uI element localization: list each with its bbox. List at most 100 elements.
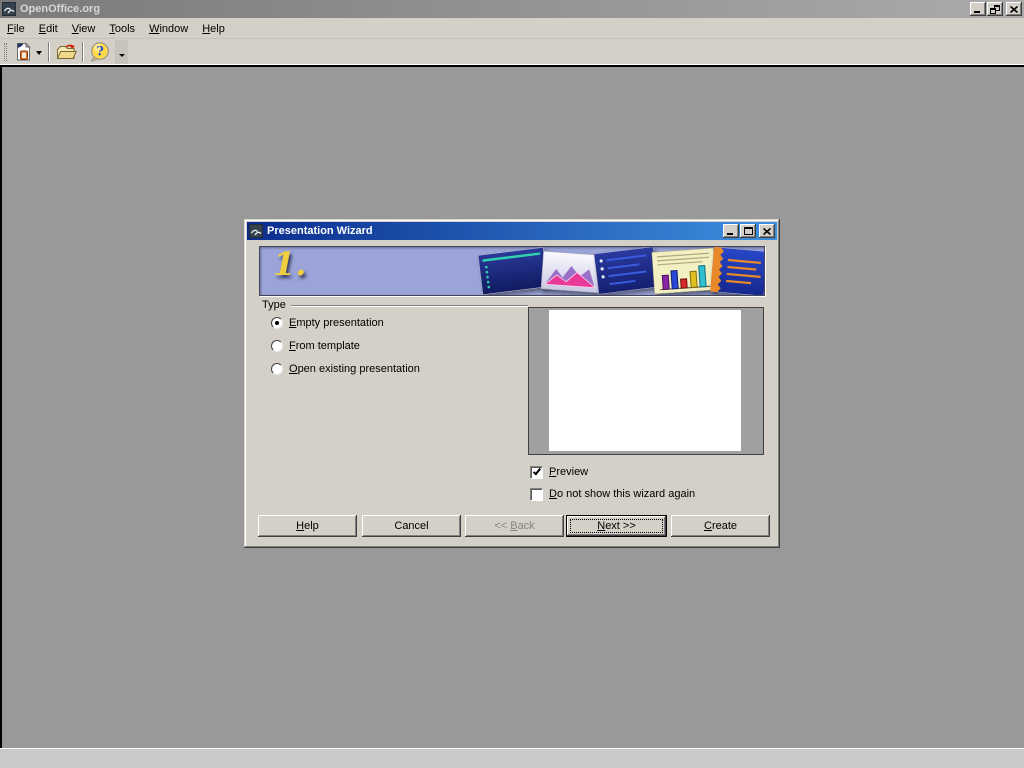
wizard-step-number: 1. [273,246,306,283]
label-key: H [296,520,304,532]
toolbar-options-icon[interactable] [115,40,128,64]
preview-checkbox[interactable] [530,466,543,479]
help-button[interactable]: Help [258,515,357,537]
menu-label-rest: dit [46,23,58,35]
menu-label-key: H [202,23,210,35]
menu-label-rest: indow [159,23,188,35]
minimize-icon[interactable] [723,224,739,238]
menu-label-rest: ools [115,23,135,35]
dialog-window-controls [722,224,775,238]
menubar: File Edit View Tools Window Help [0,18,1024,39]
openoffice-logo-icon [249,224,263,238]
new-document-icon [14,42,33,62]
open-folder-icon [55,42,77,62]
menu-label-key: E [39,23,46,35]
back-button: << Back [465,515,564,537]
label-rest: ext >> [605,520,636,532]
radio-open-existing-presentation[interactable]: Open existing presentation [271,362,420,376]
app-titlebar: OpenOffice.org [0,0,1024,18]
dialog-titlebar[interactable]: Presentation Wizard [247,222,777,240]
button-label: Cancel [394,520,428,532]
toolbar: ? [0,39,1024,65]
label-key: O [289,363,298,375]
checkbox-label[interactable]: Preview [549,466,588,478]
menu-file[interactable]: File [0,18,32,39]
maximize-icon[interactable] [740,224,756,238]
preview-pane [528,307,764,455]
banner-slide-area-chart-icon [541,251,602,293]
radio-empty-presentation[interactable]: Empty presentation [271,316,384,330]
toolbar-grip[interactable] [4,43,7,61]
label-rest: ack [518,520,535,532]
menu-label-key: W [149,23,159,35]
preview-checkbox-row[interactable]: Preview [530,465,588,479]
radio-label[interactable]: From template [289,340,360,352]
radio-button-icon[interactable] [271,340,283,352]
dont-show-wizard-checkbox[interactable] [530,488,543,501]
button-label: Help [296,520,319,532]
label-rest: elp [304,520,319,532]
banner-slide-title-icon [478,247,548,295]
label-key: B [510,520,517,532]
label-pre: << [494,520,510,532]
banner-slide-notes-icon [710,247,765,296]
help-button[interactable]: ? [88,41,112,63]
menu-help[interactable]: Help [195,18,232,39]
help-icon: ? [89,41,111,63]
label-key: F [289,340,296,352]
label-rest: rom template [296,340,360,352]
label-key: D [549,488,557,500]
label-rest: reate [712,520,737,532]
button-label: << Back [494,520,534,532]
minimize-icon[interactable] [970,2,986,16]
menu-label-rest: ile [14,23,25,35]
label-rest: mpty presentation [296,317,383,329]
label-key: C [704,520,712,532]
new-document-dropdown-icon[interactable] [36,51,42,58]
svg-text:?: ? [96,45,104,60]
statusbar [0,748,1024,768]
app-window-controls [969,2,1022,16]
restore-icon[interactable] [987,2,1003,16]
label-rest: pen existing presentation [298,363,420,375]
menu-label-key: F [7,23,14,35]
checkmark-icon [532,467,540,476]
toolbar-separator [82,42,84,62]
type-section-header: Type [262,299,528,311]
close-icon[interactable] [759,224,775,238]
menu-view[interactable]: View [65,18,103,39]
menu-label-rest: iew [79,23,96,35]
button-label: Create [704,520,737,532]
menu-label-key: V [72,23,79,35]
menu-tools[interactable]: Tools [102,18,142,39]
radio-button-icon[interactable] [271,317,283,329]
label-rest: o not show this wizard again [557,488,695,500]
new-document-button[interactable] [13,41,34,63]
banner-slide-bullet-list-icon [594,246,659,294]
menu-edit[interactable]: Edit [32,18,65,39]
toolbar-separator [48,42,50,62]
radio-button-icon[interactable] [271,363,283,375]
openoffice-logo-icon [2,2,16,16]
presentation-wizard-dialog: Presentation Wizard 1. [244,219,780,548]
banner-slide-bar-chart-icon [652,248,717,294]
create-button[interactable]: Create [671,515,770,537]
next-button[interactable]: Next >> [566,515,667,537]
checkbox-label[interactable]: Do not show this wizard again [549,488,695,500]
label-rest: review [556,466,588,478]
radio-label[interactable]: Empty presentation [289,317,384,329]
button-label: Next >> [597,520,636,532]
type-section-label: Type [262,299,286,311]
radio-from-template[interactable]: From template [271,339,360,353]
label-key: N [597,520,605,532]
menu-label-rest: elp [210,23,225,35]
app-title: OpenOffice.org [20,3,100,15]
dont-show-wizard-checkbox-row[interactable]: Do not show this wizard again [530,487,695,501]
cancel-button[interactable]: Cancel [362,515,461,537]
open-document-button[interactable] [54,41,78,63]
radio-label[interactable]: Open existing presentation [289,363,420,375]
menu-window[interactable]: Window [142,18,195,39]
close-icon[interactable] [1006,2,1022,16]
preview-slide [549,310,741,451]
wizard-step-banner: 1. [259,246,765,296]
